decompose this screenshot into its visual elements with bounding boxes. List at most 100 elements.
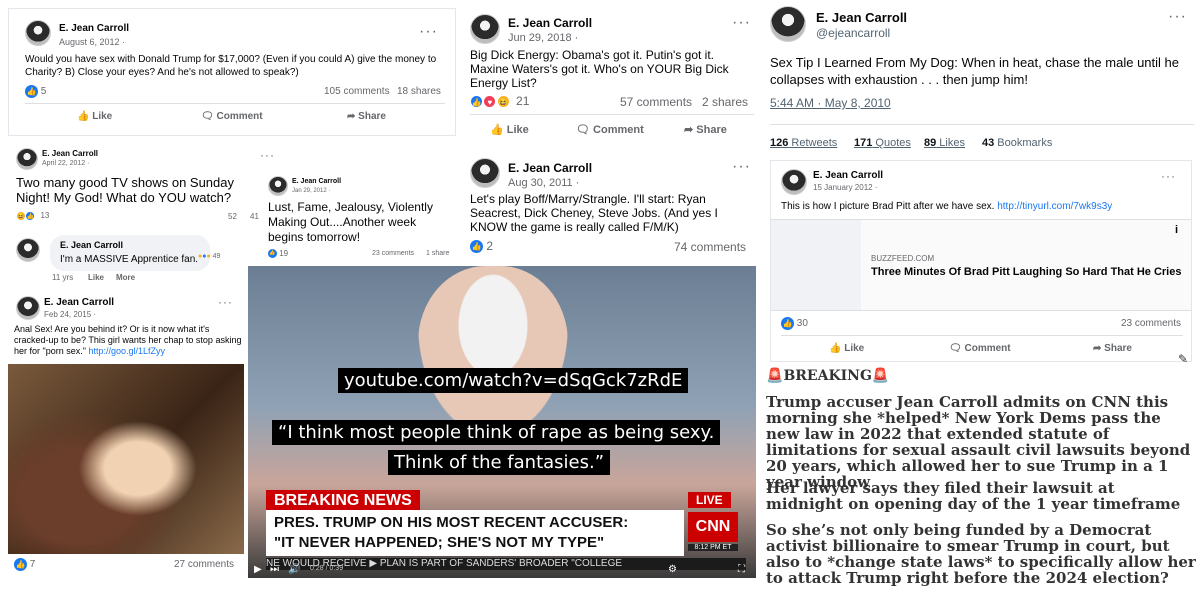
reply-reactions[interactable]: ●●● 49: [198, 253, 220, 260]
reply-author-name[interactable]: E. Jean Carroll: [60, 240, 123, 250]
avatar[interactable]: [470, 14, 500, 44]
author-name[interactable]: E. Jean Carroll: [508, 16, 592, 30]
comment-count[interactable]: 105 comments: [324, 86, 390, 97]
link-headline: Three Minutes Of Brad Pitt Laughing So H…: [871, 266, 1182, 278]
share-button[interactable]: ➦ Share: [684, 123, 727, 136]
post-date[interactable]: August 6, 2012 ·: [59, 37, 125, 47]
reaction-summary[interactable]: 👍 30: [781, 317, 808, 330]
comment-count[interactable]: 27 comments: [174, 559, 234, 570]
author-name[interactable]: E. Jean Carroll: [813, 170, 883, 181]
avatar[interactable]: [268, 176, 288, 196]
author-name[interactable]: E. Jean Carroll: [508, 161, 592, 175]
author-name[interactable]: E. Jean Carroll: [42, 149, 98, 158]
avatar[interactable]: [781, 169, 807, 195]
painting-image[interactable]: [8, 364, 244, 554]
author-name[interactable]: E. Jean Carroll: [292, 178, 341, 185]
comment-count[interactable]: 74 comments: [674, 240, 746, 254]
like-button[interactable]: 👍 Like: [490, 123, 529, 136]
post-text: Big Dick Energy: Obama's got it. Putin's…: [470, 48, 729, 90]
reply-avatar[interactable]: [16, 238, 40, 262]
more-options-icon[interactable]: ···: [419, 23, 438, 41]
tweet-card: E. Jean Carroll @ejeancarroll ··· Sex Ti…: [762, 2, 1198, 158]
author-name[interactable]: E. Jean Carroll: [59, 23, 129, 34]
reply-like-button[interactable]: Like: [88, 273, 104, 282]
like-reaction-icon: 👍: [268, 249, 277, 259]
quotes-stat[interactable]: 171 Quotes: [854, 137, 911, 149]
post-date[interactable]: Aug 30, 2011 ·: [508, 177, 579, 189]
post-date[interactable]: Feb 24, 2015 ·: [44, 310, 96, 319]
tweet-handle[interactable]: @ejeancarroll: [816, 26, 890, 40]
reaction-summary[interactable]: 👍 ♥ 😆 21: [470, 94, 529, 109]
share-count[interactable]: 18 shares: [397, 86, 441, 97]
post-date[interactable]: Jan 29, 2012 ·: [292, 188, 330, 194]
breaking-paragraph-3: So she’s not only being funded by a Demo…: [766, 521, 1196, 587]
like-reaction-icon: 👍: [25, 85, 38, 98]
like-button[interactable]: 👍 Like: [829, 343, 864, 354]
more-options-icon[interactable]: ···: [1161, 169, 1176, 183]
fullscreen-icon[interactable]: ⛶: [738, 564, 745, 575]
like-reaction-icon: 👍: [25, 211, 36, 221]
like-reaction-icon: 👍: [781, 317, 794, 330]
reaction-summary[interactable]: 👍 5: [25, 85, 46, 98]
post-text: Let's play Boff/Marry/Strangle. I'll sta…: [470, 192, 718, 234]
comment-count[interactable]: 52: [228, 212, 237, 221]
love-reaction-icon: ♥: [483, 95, 497, 109]
reaction-count: 13: [40, 211, 50, 221]
comment-count[interactable]: 23 comments: [1121, 318, 1181, 329]
settings-icon[interactable]: ⚙: [668, 564, 677, 575]
post-link[interactable]: http://tinyurl.com/7wk9s3y: [997, 201, 1112, 212]
more-options-icon[interactable]: ···: [1168, 8, 1187, 26]
headline-box: PRES. TRUMP ON HIS MOST RECENT ACCUSER: …: [266, 510, 684, 556]
avatar[interactable]: [770, 6, 806, 42]
post-date[interactable]: 15 January 2012 ·: [813, 183, 878, 192]
avatar[interactable]: [470, 158, 500, 188]
reaction-summary[interactable]: 😆 👍 13: [16, 211, 49, 221]
video-player[interactable]: youtube.com/watch?v=dSqGck7zRdE “I think…: [248, 266, 756, 578]
headline-line-2: "IT NEVER HAPPENED; SHE'S NOT MY TYPE": [274, 534, 605, 551]
avatar[interactable]: [16, 296, 40, 320]
more-options-icon[interactable]: ···: [218, 295, 233, 309]
share-count[interactable]: 2 shares: [702, 95, 748, 109]
post-date[interactable]: April 22, 2012 ·: [42, 160, 89, 167]
post-card-brad-pitt: E. Jean Carroll 15 January 2012 · ··· Th…: [770, 160, 1192, 362]
tweet-author-name[interactable]: E. Jean Carroll: [816, 10, 907, 25]
link-thumbnail: [771, 220, 861, 310]
share-button[interactable]: ➦ Share: [1093, 343, 1132, 354]
author-name[interactable]: E. Jean Carroll: [44, 297, 114, 308]
retweets-stat[interactable]: 126 Retweets: [770, 137, 837, 149]
share-count[interactable]: 1 share: [426, 250, 449, 257]
live-badge: LIVE: [688, 492, 731, 508]
play-icon[interactable]: ▶: [254, 564, 262, 575]
comment-button[interactable]: 🗨 Comment: [576, 123, 644, 136]
share-button[interactable]: ➦ Share: [347, 111, 386, 122]
reaction-summary[interactable]: 👍 2: [470, 239, 493, 254]
avatar[interactable]: [25, 20, 51, 46]
info-icon[interactable]: i: [1175, 224, 1178, 236]
more-options-icon[interactable]: ···: [260, 148, 275, 162]
like-button[interactable]: 👍 Like: [77, 111, 112, 122]
reaction-summary[interactable]: 👍 19: [268, 249, 288, 259]
comment-button[interactable]: 🗨 Comment: [949, 343, 1011, 354]
share-count[interactable]: 41: [250, 212, 259, 221]
more-options-icon[interactable]: ···: [732, 14, 751, 32]
post-text: Would you have sex with Donald Trump for…: [25, 54, 437, 78]
reply-more-button[interactable]: More: [116, 273, 135, 282]
siren-icon: 🚨: [871, 368, 890, 384]
avatar[interactable]: [16, 148, 38, 170]
tweet-timestamp[interactable]: 5:44 AM · May 8, 2010: [770, 96, 891, 110]
link-preview[interactable]: i BUZZFEED.COM Three Minutes Of Brad Pit…: [771, 219, 1191, 311]
comment-count[interactable]: 23 comments: [372, 250, 414, 257]
volume-icon[interactable]: 🔊: [288, 564, 300, 575]
reaction-summary[interactable]: 👍 7: [14, 558, 35, 571]
video-face: [418, 266, 568, 436]
comment-button[interactable]: 🗨 Comment: [201, 111, 263, 122]
reply-age[interactable]: 11 yrs: [52, 273, 73, 282]
like-reaction-icon: 👍: [14, 558, 27, 571]
likes-stat[interactable]: 89 Likes: [924, 137, 965, 149]
more-options-icon[interactable]: ···: [732, 158, 751, 176]
quote-line-2: Think of the fantasies.”: [388, 450, 611, 475]
post-link[interactable]: http://goo.gl/1LfZyy: [88, 346, 165, 356]
comment-count[interactable]: 57 comments: [620, 95, 692, 109]
post-date[interactable]: Jun 29, 2018 ·: [508, 32, 578, 44]
next-icon[interactable]: ⏭: [270, 564, 279, 575]
